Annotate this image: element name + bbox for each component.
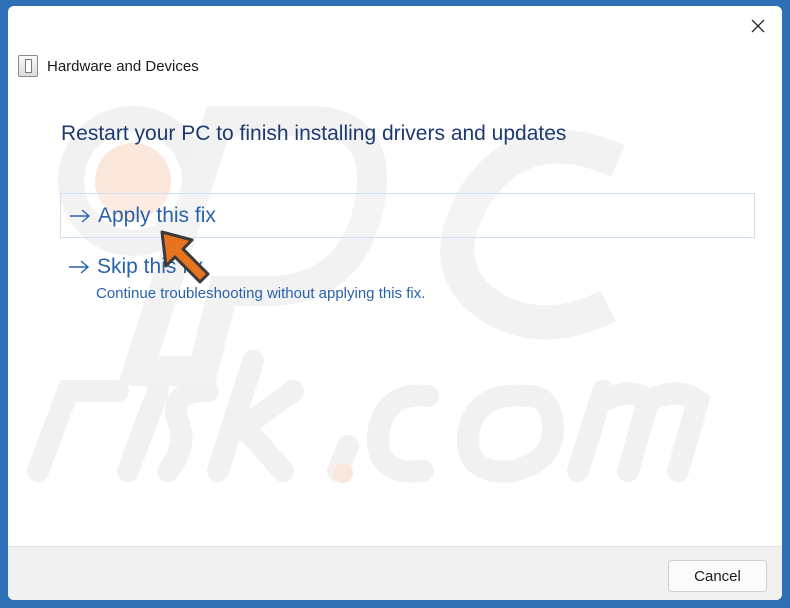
close-button[interactable] [740,10,776,42]
skip-fix-description: Continue troubleshooting without applyin… [96,285,426,302]
page-heading: Restart your PC to finish installing dri… [61,122,567,145]
dialog-footer: Cancel [8,546,782,600]
troubleshooter-dialog: Hardware and Devices Restart your PC to … [8,6,782,600]
arrow-right-icon [69,260,90,274]
apply-fix-label: Apply this fix [98,203,216,227]
arrow-right-icon [70,208,91,223]
title-bar [8,6,782,46]
cancel-button[interactable]: Cancel [668,560,767,592]
close-icon [751,19,765,33]
app-header: Hardware and Devices [18,54,199,78]
app-title: Hardware and Devices [47,57,199,75]
hardware-app-icon [18,55,38,77]
pointer-arrow-icon [160,230,210,284]
